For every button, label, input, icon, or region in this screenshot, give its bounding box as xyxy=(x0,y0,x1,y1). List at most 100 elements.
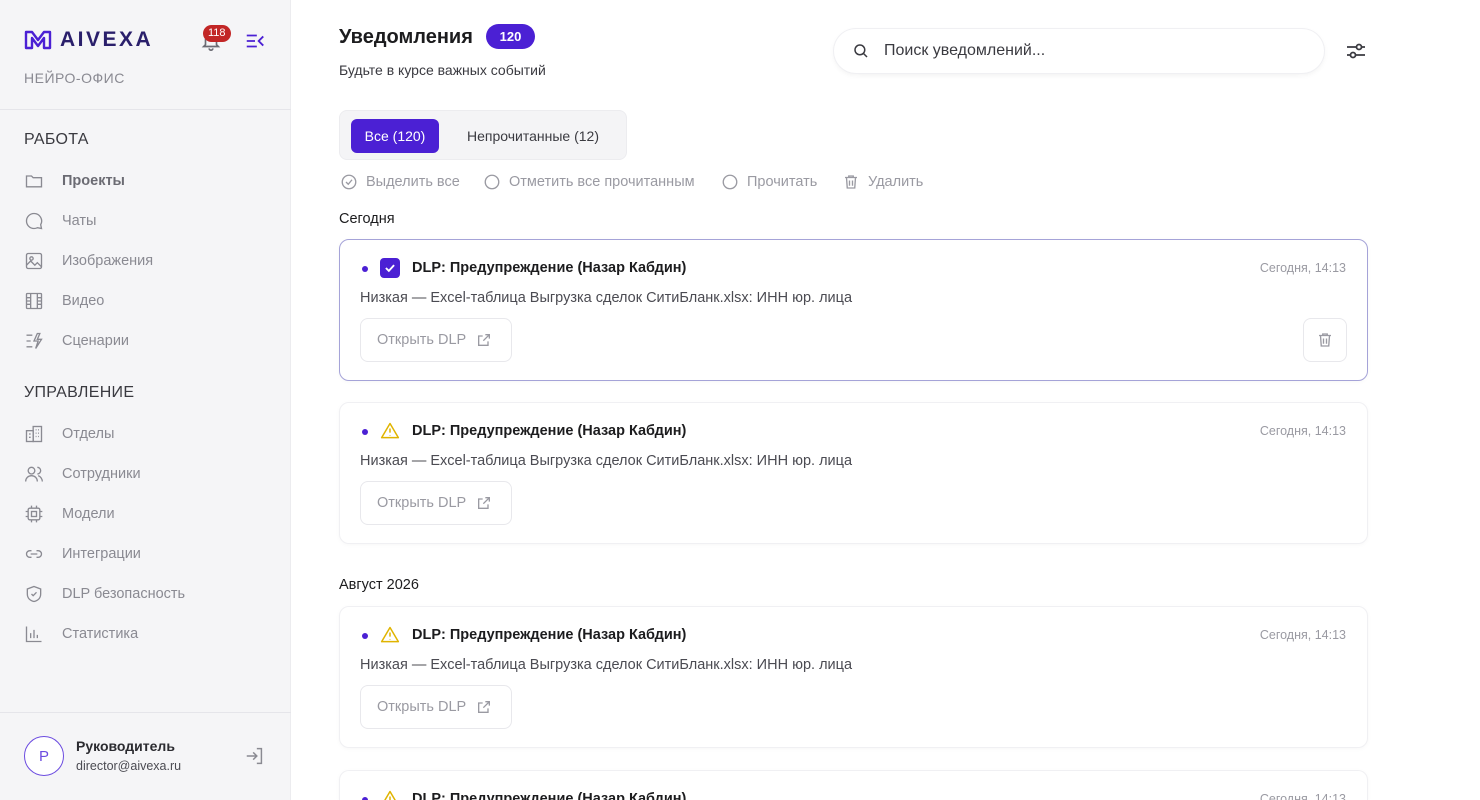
warning-icon xyxy=(384,790,396,800)
film-icon xyxy=(25,292,43,310)
page-subtitle: Будьте в курсе важных событий xyxy=(339,62,546,78)
link-icon xyxy=(25,550,43,558)
open-dlp-button[interactable]: Открыть DLP xyxy=(360,481,512,525)
open-dlp-button[interactable]: Открыть DLP xyxy=(360,685,512,729)
section-title-work: РАБОТА xyxy=(24,131,89,148)
sidebar-item-label: Чаты xyxy=(62,213,97,229)
sidebar-item-images[interactable]: Изображения xyxy=(24,247,274,275)
notification-time: Сегодня, 14:13 xyxy=(1259,261,1346,275)
notification-card[interactable]: DLP: Предупреждение (Назар Кабдин) Сегод… xyxy=(339,239,1368,381)
logo-icon xyxy=(24,30,52,50)
section-title-management: УПРАВЛЕНИЕ xyxy=(24,384,135,401)
unread-dot xyxy=(362,633,368,639)
sidebar-item-statistics[interactable]: Статистика xyxy=(24,620,274,648)
shield-icon xyxy=(26,585,42,603)
warning-icon xyxy=(380,422,400,439)
external-link-icon xyxy=(478,701,491,713)
image-icon xyxy=(25,252,43,270)
external-link-icon xyxy=(478,334,491,346)
read-button[interactable]: Прочитать xyxy=(721,172,817,192)
page-title: Уведомления xyxy=(339,26,473,48)
tabs: Все (120) Непрочитанные (12) xyxy=(339,110,627,160)
sidebar-item-label: DLP безопасность xyxy=(62,586,186,602)
delete-label: Удалить xyxy=(868,174,924,190)
circle-icon xyxy=(722,174,738,190)
users-icon xyxy=(25,466,43,482)
brand-subtitle: НЕЙРО-ОФИС xyxy=(24,70,125,86)
notification-title: DLP: Предупреждение (Назар Кабдин) xyxy=(412,627,687,643)
unread-dot xyxy=(362,266,368,272)
lightning-list-icon xyxy=(26,332,43,349)
tab-unread[interactable]: Непрочитанные (12) xyxy=(450,119,616,153)
notification-time: Сегодня, 14:13 xyxy=(1259,424,1346,438)
sidebar-item-projects[interactable]: Проекты xyxy=(24,167,274,195)
external-link-icon xyxy=(478,497,491,509)
trash-icon xyxy=(845,175,857,189)
notifications-count-badge: 120 xyxy=(486,24,535,49)
sidebar-item-employees[interactable]: Сотрудники xyxy=(24,460,274,488)
notification-card[interactable]: DLP: Предупреждение (Назар Кабдин) Сегод… xyxy=(339,402,1368,544)
unread-dot xyxy=(362,429,368,435)
sidebar-item-label: Интеграции xyxy=(62,546,141,562)
notification-time: Сегодня, 14:13 xyxy=(1259,792,1346,800)
sidebar-item-label: Проекты xyxy=(62,173,125,189)
folder-icon xyxy=(25,175,43,188)
collapse-sidebar-icon[interactable] xyxy=(244,30,266,52)
trash-icon xyxy=(1319,333,1331,347)
brand-logo[interactable]: AIVEXA xyxy=(24,28,153,52)
building-icon xyxy=(25,425,43,443)
sidebar-item-departments[interactable]: Отделы xyxy=(24,420,274,448)
sidebar-item-chats[interactable]: Чаты xyxy=(24,207,274,235)
notification-description: Низкая — Excel-таблица Выгрузка сделок С… xyxy=(360,657,853,673)
notification-description: Низкая — Excel-таблица Выгрузка сделок С… xyxy=(360,290,853,306)
notification-checkbox[interactable] xyxy=(380,258,400,278)
filter-settings-icon[interactable] xyxy=(1344,39,1368,63)
read-label: Прочитать xyxy=(747,174,818,190)
sidebar: AIVEXA НЕЙРО-ОФИС 118 РАБОТА Проекты Чат… xyxy=(0,0,291,800)
sidebar-item-models[interactable]: Модели xyxy=(24,500,274,528)
user-name: Руководитель xyxy=(76,738,175,754)
delete-notification-button[interactable] xyxy=(1303,318,1347,362)
select-all-button[interactable]: Выделить все xyxy=(340,172,460,192)
user-divider xyxy=(0,712,291,713)
search-input[interactable] xyxy=(884,42,1284,60)
sidebar-item-video[interactable]: Видео xyxy=(24,287,274,315)
warning-icon xyxy=(380,626,400,643)
chip-icon xyxy=(25,505,43,523)
sidebar-item-label: Сценарии xyxy=(62,333,130,349)
sidebar-divider xyxy=(0,109,291,110)
open-dlp-button[interactable]: Открыть DLP xyxy=(360,318,512,362)
brand-name: AIVEXA xyxy=(60,28,154,51)
notification-card[interactable]: DLP: Предупреждение (Назар Кабдин) Сегод… xyxy=(339,606,1368,748)
delete-button[interactable]: Удалить xyxy=(842,172,923,192)
notification-card[interactable]: DLP: Предупреждение (Назар Кабдин) Сегод… xyxy=(339,770,1368,800)
notification-title: DLP: Предупреждение (Назар Кабдин) xyxy=(412,260,687,276)
group-label-august: Август 2026 xyxy=(339,577,419,593)
group-label-today: Сегодня xyxy=(339,211,395,227)
logout-icon[interactable] xyxy=(244,745,266,767)
sidebar-item-label: Модели xyxy=(62,506,115,522)
mark-all-read-button[interactable]: Отметить все прочитанным xyxy=(483,172,695,192)
sidebar-item-label: Видео xyxy=(62,293,105,309)
tab-all[interactable]: Все (120) xyxy=(351,119,439,153)
sidebar-item-scenarios[interactable]: Сценарии xyxy=(24,327,274,355)
sidebar-item-integrations[interactable]: Интеграции xyxy=(24,540,274,568)
sidebar-item-label: Отделы xyxy=(62,426,115,442)
sidebar-item-label: Статистика xyxy=(62,626,139,642)
open-dlp-label: Открыть DLP xyxy=(377,495,467,511)
check-circle-icon xyxy=(341,174,357,190)
notification-description: Низкая — Excel-таблица Выгрузка сделок С… xyxy=(360,453,853,469)
open-dlp-label: Открыть DLP xyxy=(377,332,467,348)
select-all-label: Выделить все xyxy=(366,174,460,190)
search-box[interactable] xyxy=(834,29,1324,73)
sidebar-item-dlp-security[interactable]: DLP безопасность xyxy=(24,580,274,608)
user-email: director@aivexa.ru xyxy=(76,759,182,773)
sidebar-item-label: Изображения xyxy=(62,253,154,269)
chat-icon xyxy=(25,212,43,230)
notification-count-badge: 118 xyxy=(203,25,231,42)
bar-chart-icon xyxy=(25,626,42,643)
avatar[interactable]: Р xyxy=(24,736,64,776)
circle-icon xyxy=(484,174,500,190)
notification-title: DLP: Предупреждение (Назар Кабдин) xyxy=(412,791,687,800)
notification-time: Сегодня, 14:13 xyxy=(1259,628,1346,642)
